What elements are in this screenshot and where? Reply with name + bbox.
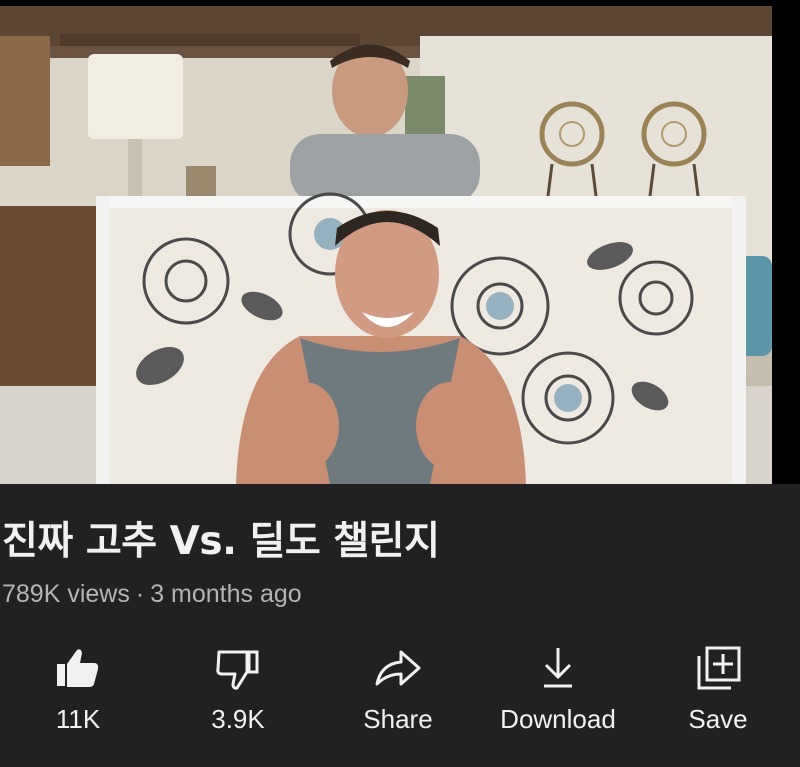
dislike-button[interactable]: 3.9K (163, 640, 313, 750)
download-label: Download (500, 704, 616, 734)
video-metadata: 789K views · 3 months ago (2, 580, 302, 609)
download-icon (544, 648, 572, 688)
save-button[interactable]: Save (643, 640, 793, 750)
video-title: 진짜 고추 Vs. 딜도 챌린지 (2, 519, 440, 564)
share-button[interactable]: Share (323, 640, 473, 750)
share-icon (375, 650, 421, 686)
download-button[interactable]: Download (483, 640, 633, 750)
like-count: 11K (55, 704, 101, 734)
upload-age: 3 months ago (150, 580, 302, 608)
video-frame-image (0, 6, 772, 484)
dislike-count: 3.9K (211, 704, 265, 734)
meta-separator: · (135, 580, 145, 608)
like-button[interactable]: 11K (3, 640, 153, 750)
playlist-add-icon (697, 646, 741, 690)
action-bar: 11K 3.9K Share Download Save (0, 640, 800, 750)
view-count: 789K views (2, 580, 130, 608)
share-label: Share (363, 704, 433, 734)
thumbs-up-icon (57, 649, 99, 687)
video-info-panel: 진짜 고추 Vs. 딜도 챌린지 789K views · 3 months ago… (0, 484, 800, 767)
save-label: Save (688, 704, 748, 734)
video-player[interactable] (0, 6, 772, 484)
thumbs-down-icon (216, 650, 259, 690)
video-screen: 진짜 고추 Vs. 딜도 챌린지 789K views · 3 months ago… (0, 0, 800, 767)
